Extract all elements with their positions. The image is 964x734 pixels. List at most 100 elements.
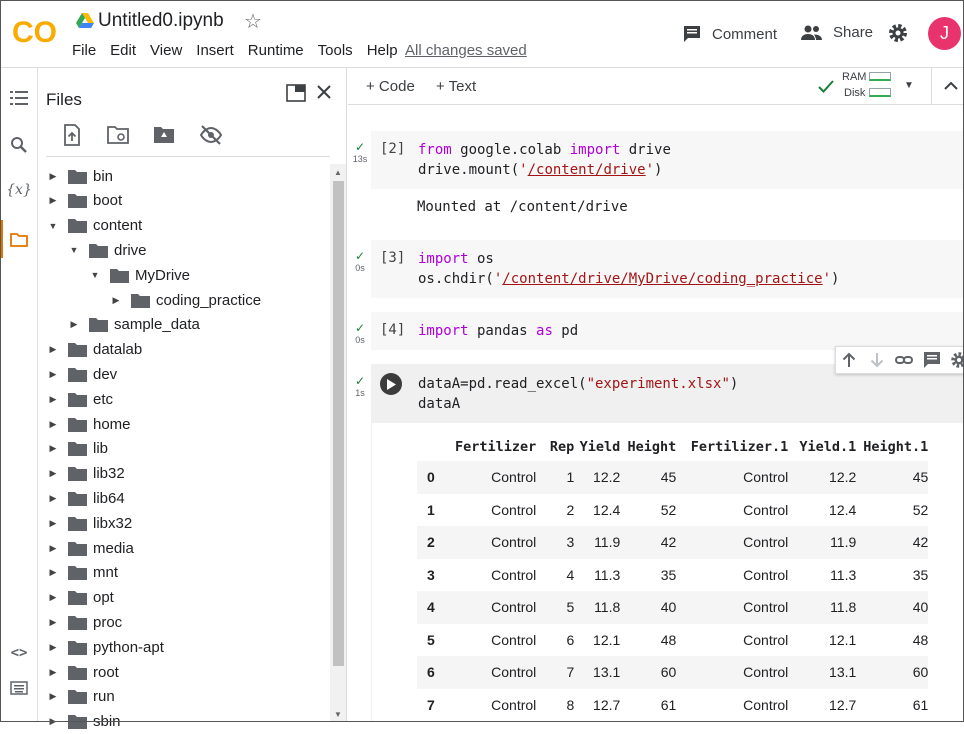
menu-item-file[interactable]: File (72, 42, 96, 59)
expand-arrow-icon[interactable]: ▶ (46, 344, 60, 355)
colab-logo[interactable]: CO (12, 16, 58, 46)
expand-arrow-icon[interactable]: ▶ (46, 443, 60, 454)
file-tree-item[interactable]: ▶ home (46, 412, 131, 436)
folder-icon[interactable] (9, 230, 29, 250)
mount-drive-icon[interactable] (152, 123, 176, 147)
code-cell[interactable]: [3] import os os.chdir('/content/drive/My… (371, 240, 964, 298)
file-tree-item[interactable]: ▶ opt (46, 586, 114, 610)
expand-arrow-icon[interactable]: ▶ (46, 369, 60, 380)
expand-arrow-icon[interactable]: ▶ (46, 691, 60, 702)
file-tree-item[interactable]: ▶ sample_data (67, 313, 200, 337)
ram-usage-bar[interactable] (869, 72, 891, 81)
file-tree-item[interactable]: ▶ boot (46, 189, 123, 213)
menu-item-tools[interactable]: Tools (318, 42, 353, 59)
dataframe-column-header: Height (627, 439, 677, 455)
code-cell[interactable]: [2] from google.colab import drive drive.… (371, 131, 964, 189)
hide-files-icon[interactable] (199, 123, 223, 147)
file-tree-item[interactable]: ▼ MyDrive (88, 263, 190, 287)
run-cell-button[interactable] (380, 373, 402, 395)
expand-arrow-icon[interactable]: ▶ (46, 518, 60, 529)
table-of-contents-icon[interactable] (9, 88, 29, 108)
cell-settings-gear-icon[interactable] (950, 351, 964, 369)
disk-usage-bar[interactable] (869, 88, 891, 97)
file-tree-item[interactable]: ▶ python-apt (46, 635, 164, 659)
expand-arrow-icon[interactable]: ▶ (46, 493, 60, 504)
add-code-button[interactable]: + Code (366, 78, 415, 95)
file-tree-item[interactable]: ▶ run (46, 685, 115, 709)
code-cell[interactable]: [4] import pandas as pd (371, 312, 964, 350)
collapse-arrow-icon[interactable]: ▼ (67, 245, 81, 255)
file-tree-item[interactable]: ▶ media (46, 536, 134, 560)
code-snippets-icon[interactable]: <> (9, 643, 29, 663)
file-tree-item[interactable]: ▼ content (46, 214, 143, 238)
file-tree-item[interactable]: ▶ datalab (46, 338, 143, 362)
expand-arrow-icon[interactable]: ▶ (46, 468, 60, 479)
runtime-dropdown-icon[interactable]: ▼ (904, 80, 914, 91)
move-down-arrow-icon[interactable] (868, 351, 886, 369)
link-icon[interactable] (895, 351, 913, 369)
expand-arrow-icon[interactable]: ▶ (46, 642, 60, 653)
refresh-folder-icon[interactable] (106, 123, 130, 147)
settings-gear-icon[interactable] (887, 22, 909, 44)
file-tree-item[interactable]: ▶ mnt (46, 561, 118, 585)
file-tree-label: python-apt (93, 638, 164, 656)
scroll-up-arrow-icon[interactable]: ▲ (333, 168, 343, 177)
cell-code[interactable]: import pandas as pd (418, 321, 578, 341)
add-text-button[interactable]: + Text (436, 78, 476, 95)
file-tree-item[interactable]: ▶ libx32 (46, 511, 133, 535)
search-icon[interactable] (9, 135, 29, 155)
expand-arrow-icon[interactable]: ▶ (46, 419, 60, 430)
expand-arrow-icon[interactable]: ▶ (46, 171, 60, 182)
upload-file-icon[interactable] (60, 123, 84, 147)
file-tree-item[interactable]: ▶ lib32 (46, 462, 125, 486)
files-scrollbar-thumb[interactable] (333, 181, 344, 666)
expand-arrow-icon[interactable]: ▶ (109, 295, 123, 306)
file-tree-item[interactable]: ▶ bin (46, 164, 114, 188)
cell-code[interactable]: dataA=pd.read_excel("experiment.xlsx") da… (418, 374, 738, 414)
file-tree-item[interactable]: ▶ etc (46, 387, 113, 411)
dataframe-cell: 42 (660, 534, 677, 551)
add-comment-icon[interactable] (923, 351, 941, 369)
file-tree-item[interactable]: ▶ dev (46, 362, 118, 386)
menu-item-view[interactable]: View (150, 42, 182, 59)
menu-item-help[interactable]: Help (367, 42, 398, 59)
command-palette-icon[interactable] (9, 678, 29, 698)
file-tree-item[interactable]: ▶ proc (46, 610, 123, 634)
expand-arrow-icon[interactable]: ▶ (46, 567, 60, 578)
close-icon[interactable] (316, 84, 332, 100)
expand-arrow-icon[interactable]: ▶ (46, 617, 60, 628)
file-tree-item[interactable]: ▶ coding_practice (109, 288, 262, 312)
open-in-tab-icon[interactable] (286, 84, 306, 102)
variables-icon[interactable]: {x} (6, 180, 32, 200)
star-icon[interactable]: ☆ (244, 9, 262, 34)
expand-arrow-icon[interactable]: ▶ (46, 667, 60, 678)
expand-arrow-icon[interactable]: ▶ (46, 195, 60, 206)
collapse-arrow-icon[interactable]: ▼ (88, 270, 102, 280)
menu-item-insert[interactable]: Insert (196, 42, 234, 59)
svg-text:CO: CO (12, 16, 57, 46)
expand-arrow-icon[interactable]: ▶ (46, 592, 60, 603)
file-tree-item[interactable]: ▼ drive (67, 238, 147, 262)
notebook-title[interactable]: Untitled0.ipynb (98, 10, 224, 32)
menu-item-runtime[interactable]: Runtime (248, 42, 304, 59)
cell-code[interactable]: import os os.chdir('/content/drive/MyDriv… (418, 249, 839, 289)
collapse-arrow-icon[interactable]: ▼ (46, 221, 60, 231)
expand-arrow-icon[interactable]: ▶ (46, 543, 60, 554)
menu-item-edit[interactable]: Edit (110, 42, 136, 59)
share-button[interactable]: Share (801, 24, 873, 41)
code-token: import (418, 251, 469, 267)
file-tree-item[interactable]: ▶ root (46, 660, 119, 684)
expand-arrow-icon[interactable]: ▶ (46, 394, 60, 405)
save-status-link[interactable]: All changes saved (405, 42, 527, 59)
code-token: ) (831, 271, 840, 287)
folder-icon (68, 219, 87, 234)
user-avatar[interactable]: J (928, 17, 961, 50)
file-tree-item[interactable]: ▶ lib (46, 437, 108, 461)
expand-arrow-icon[interactable]: ▶ (67, 319, 81, 330)
scroll-down-arrow-icon[interactable]: ▼ (333, 710, 343, 719)
move-up-arrow-icon[interactable] (840, 351, 858, 369)
comment-button[interactable]: Comment (682, 24, 777, 44)
collapse-header-icon[interactable] (944, 80, 958, 90)
cell-code[interactable]: from google.colab import drive drive.moun… (418, 140, 671, 180)
file-tree-item[interactable]: ▶ lib64 (46, 486, 125, 510)
